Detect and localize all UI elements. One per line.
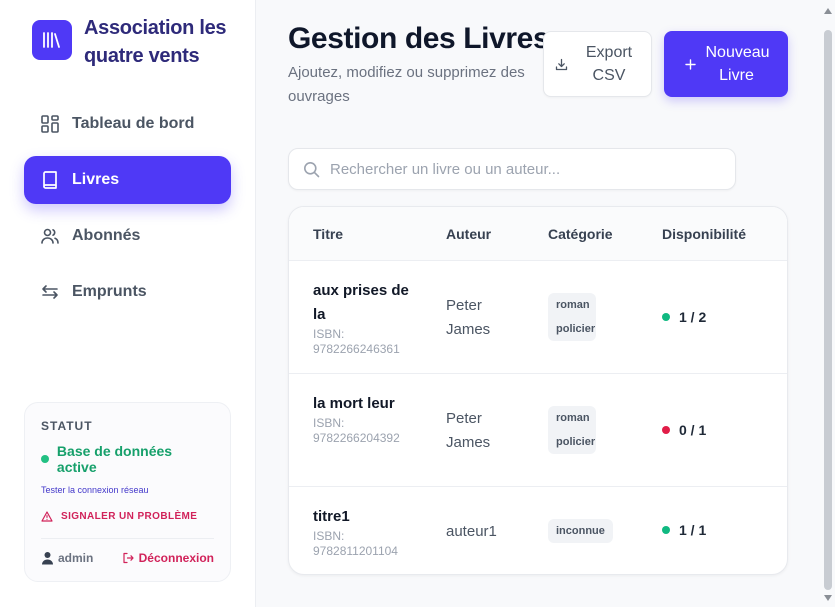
books-table: Titre Auteur Catégorie Disponibilité aux… [288,206,788,575]
test-connection-link[interactable]: Tester la connexion réseau [41,485,214,495]
category-badge: roman policier [548,406,596,454]
book-author: Peter James [446,410,491,451]
book-title: la mort leur [313,395,395,412]
nav-item-loans[interactable]: Emprunts [24,268,231,316]
db-status-label: Base de données active [56,443,173,475]
user-icon [41,551,54,565]
card-footer: admin Déconnexion [41,551,214,565]
plus-icon [684,58,696,70]
scrollbar[interactable] [824,30,832,590]
new-book-button[interactable]: Nouveau Livre [664,31,788,97]
book-author: auteur1 [446,523,497,540]
report-problem-button[interactable]: SIGNALER UN PROBLÈME [41,511,214,522]
book-isbn: ISBN: 9782266204392 [313,416,400,445]
user-info: admin [41,551,93,565]
table-row[interactable]: aux prises de la ISBN: 9782266246361 Pet… [289,261,787,374]
export-label: Export CSV [585,44,633,84]
book-icon [40,170,60,190]
search-icon [303,161,320,178]
book-isbn: ISBN: 9782266246361 [313,327,400,356]
main-nav: Tableau de bord Livres Abonnés Emprunts [24,100,231,324]
column-header-title[interactable]: Titre [313,226,343,242]
unavailable-dot-icon [662,426,670,434]
logout-label: Déconnexion [138,551,214,565]
db-status: Base de données active [41,443,214,475]
category-badge: roman policier [548,293,596,341]
nav-label: Emprunts [72,283,147,300]
table-row[interactable]: titre1 ISBN: 9782811201104 auteur1 incon… [289,487,787,574]
nav-item-subscribers[interactable]: Abonnés [24,212,231,260]
title-cell: aux prises de la ISBN: 9782266246361 [313,279,413,357]
nav-label: Abonnés [72,227,141,244]
users-icon [40,226,60,246]
username: admin [58,551,94,565]
available-dot-icon [662,526,670,534]
search-input[interactable] [330,160,710,178]
scroll-down-arrow-icon[interactable] [824,595,832,601]
nav-label: Livres [72,171,120,188]
dashboard-icon [40,114,60,134]
status-title: STATUT [41,419,93,433]
book-isbn: ISBN: 9782811201104 [313,529,398,558]
export-csv-button[interactable]: Export CSV [543,31,652,97]
category-cell: roman policier [548,406,596,454]
availability-value: 1 / 2 [679,309,707,325]
page-title: Gestion des Livres [288,22,550,55]
nav-item-dashboard[interactable]: Tableau de bord [24,100,231,148]
swap-icon [40,282,60,302]
table-row[interactable]: la mort leur ISBN: 9782266204392 Peter J… [289,374,787,487]
book-title: aux prises de la [313,282,409,323]
category-cell: roman policier [548,293,596,341]
category-cell: inconnue [548,519,613,543]
nav-label: Tableau de bord [72,115,195,132]
search-bar[interactable] [288,148,736,190]
brand-name: Association les quatre vents [84,17,227,67]
table-header: Titre Auteur Catégorie Disponibilité [289,207,787,261]
column-header-availability[interactable]: Disponibilité [662,226,746,242]
sidebar: Association les quatre vents Tableau de … [0,0,256,607]
divider [41,538,214,539]
status-dot-icon [41,455,49,463]
title-cell: la mort leur ISBN: 9782266204392 [313,392,413,446]
library-icon [32,20,72,60]
availability-cell: 1 / 2 [662,309,706,325]
nav-item-books[interactable]: Livres [24,156,231,204]
title-cell: titre1 ISBN: 9782811201104 [313,505,413,559]
book-title: titre1 [313,508,350,525]
column-header-category[interactable]: Catégorie [548,226,613,242]
warning-icon [41,511,53,522]
column-header-author[interactable]: Auteur [446,226,491,242]
brand[interactable]: Association les quatre vents [32,14,234,70]
status-card: STATUT Base de données active Tester la … [24,402,231,582]
download-icon [555,58,568,71]
available-dot-icon [662,313,670,321]
scroll-up-arrow-icon[interactable] [824,8,832,14]
page-subtitle: Ajoutez, modifiez ou supprimez des ouvra… [288,64,525,105]
availability-value: 0 / 1 [679,422,707,438]
availability-value: 1 / 1 [679,522,707,538]
logout-icon [122,552,134,564]
logout-button[interactable]: Déconnexion [122,551,214,565]
book-author: Peter James [446,297,491,338]
availability-cell: 1 / 1 [662,522,706,538]
new-book-label: Nouveau Livre [705,44,770,84]
category-badge: inconnue [548,519,613,543]
availability-cell: 0 / 1 [662,422,706,438]
report-label: SIGNALER UN PROBLÈME [61,511,198,522]
